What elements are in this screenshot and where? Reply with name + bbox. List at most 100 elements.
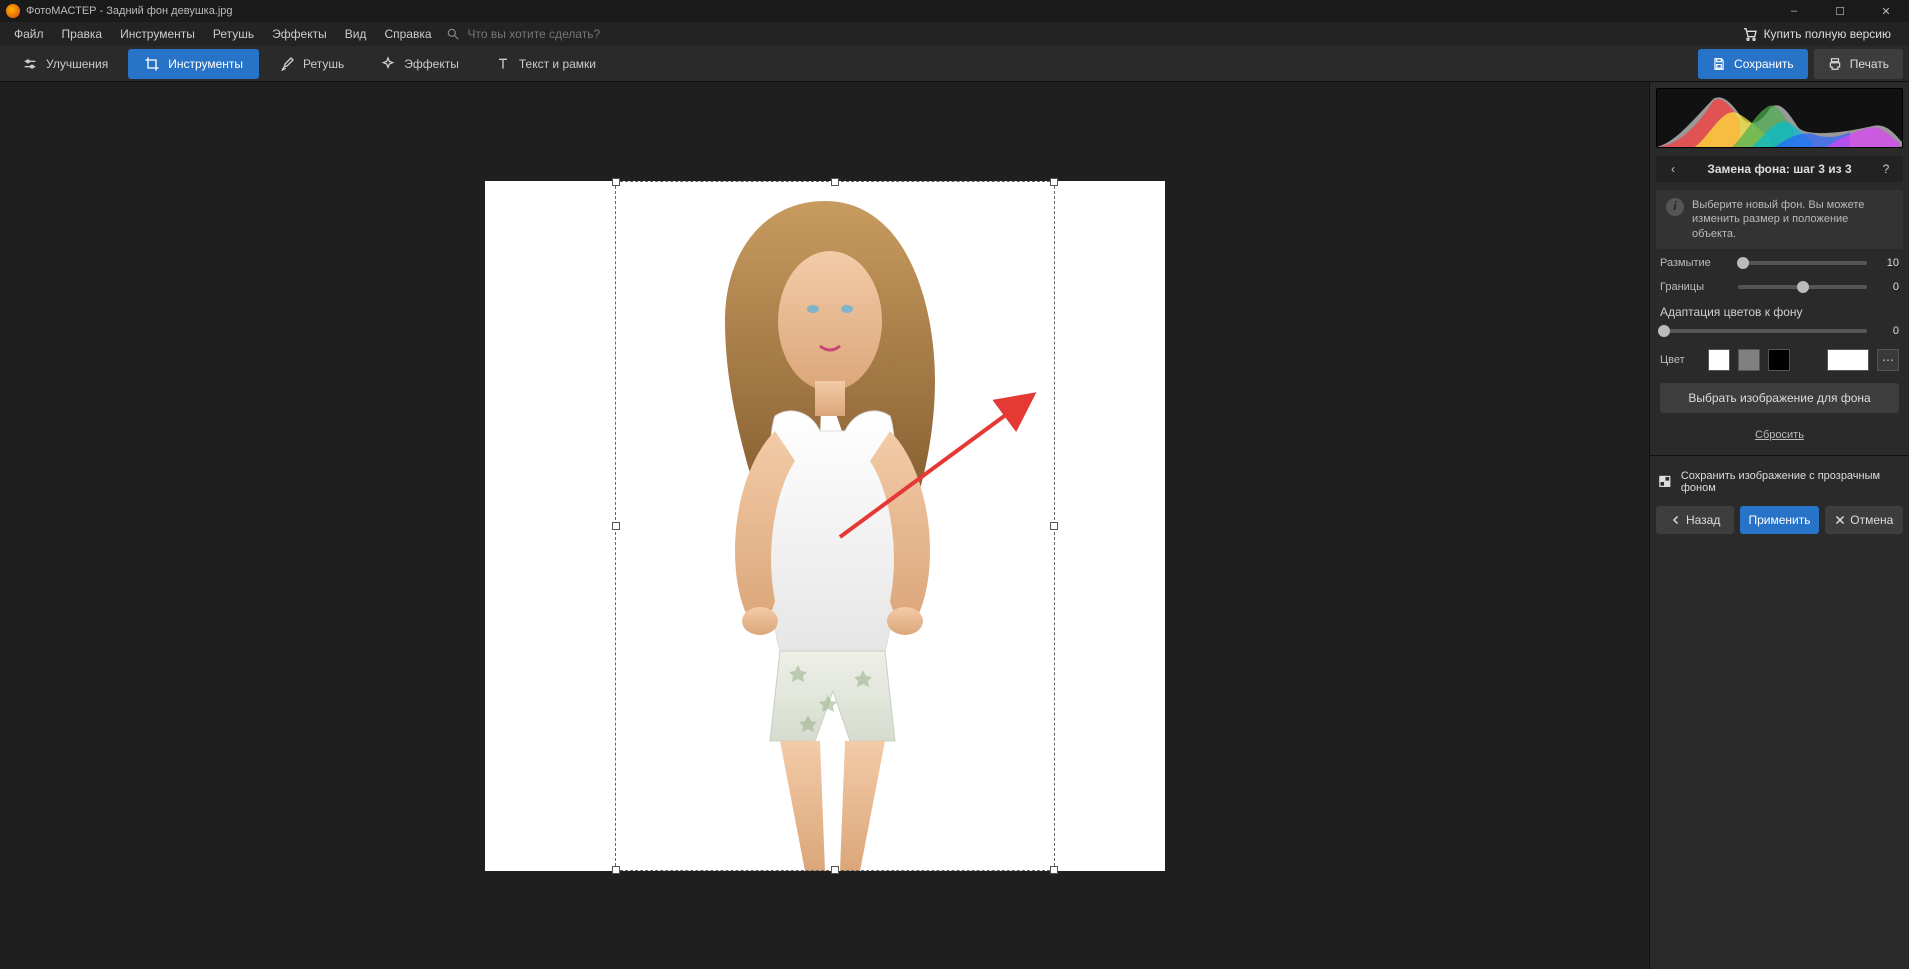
slider-edges: Границы 0 [1660, 281, 1899, 293]
chevron-left-icon [1670, 514, 1682, 526]
close-icon [1834, 514, 1846, 526]
tab-text[interactable]: Текст и рамки [479, 49, 612, 79]
menu-retouch[interactable]: Ретушь [205, 25, 262, 43]
canvas-area[interactable] [0, 82, 1649, 969]
color-row: Цвет ⋯ [1660, 349, 1899, 371]
search-wrap [446, 26, 666, 42]
slider-track[interactable] [1738, 285, 1867, 289]
window-controls: – ☐ ✕ [1771, 0, 1909, 22]
swatch-white[interactable] [1708, 349, 1730, 371]
tab-label: Улучшения [46, 57, 108, 71]
swatch-gray[interactable] [1738, 349, 1760, 371]
right-panel: ‹ Замена фона: шаг 3 из 3 ? i Выберите н… [1649, 82, 1909, 969]
slider-label: Размытие [1660, 257, 1730, 269]
tab-label: Инструменты [168, 57, 243, 71]
tab-improve[interactable]: Улучшения [6, 49, 124, 79]
color-label: Цвет [1660, 354, 1700, 366]
slider-thumb[interactable] [1658, 325, 1670, 337]
toolbar-right: Сохранить Печать [1698, 49, 1903, 79]
info-box: i Выберите новый фон. Вы можете изменить… [1656, 190, 1903, 249]
reset-button[interactable]: Сбросить [1660, 425, 1899, 445]
handle-bottom-center[interactable] [831, 866, 839, 874]
search-input[interactable] [466, 26, 666, 42]
text-icon [495, 56, 511, 72]
handle-top-left[interactable] [612, 178, 620, 186]
maximize-button[interactable]: ☐ [1817, 0, 1863, 22]
back-button[interactable]: Назад [1656, 506, 1734, 534]
save-button[interactable]: Сохранить [1698, 49, 1808, 79]
controls-group: Размытие 10 Границы 0 Адаптация цветов к… [1656, 257, 1903, 445]
tab-effects[interactable]: Эффекты [364, 49, 475, 79]
tab-label: Текст и рамки [519, 57, 596, 71]
panel-header: ‹ Замена фона: шаг 3 из 3 ? [1656, 156, 1903, 182]
close-icon: ✕ [1881, 5, 1890, 18]
save-transparent-label: Сохранить изображение с прозрачным фоном [1681, 470, 1901, 494]
cancel-button[interactable]: Отмена [1825, 506, 1903, 534]
selection-box[interactable] [615, 181, 1055, 871]
separator [1650, 455, 1909, 456]
print-button[interactable]: Печать [1814, 49, 1903, 79]
minimize-button[interactable]: – [1771, 0, 1817, 22]
buy-full-label: Купить полную версию [1764, 27, 1891, 41]
brush-icon [279, 56, 295, 72]
tab-label: Ретушь [303, 57, 344, 71]
back-chevron-icon[interactable]: ‹ [1664, 162, 1682, 176]
slider-value: 10 [1875, 257, 1899, 269]
slider-track[interactable] [1738, 261, 1867, 265]
main-area: ‹ Замена фона: шаг 3 из 3 ? i Выберите н… [0, 82, 1909, 969]
info-icon: i [1666, 198, 1684, 216]
slider-thumb[interactable] [1737, 257, 1749, 269]
help-button[interactable]: ? [1877, 162, 1895, 176]
canvas[interactable] [485, 181, 1165, 871]
color-picker-button[interactable]: ⋯ [1877, 349, 1899, 371]
info-text: Выберите новый фон. Вы можете изменить р… [1692, 198, 1893, 241]
handle-top-center[interactable] [831, 178, 839, 186]
menu-tools[interactable]: Инструменты [112, 25, 203, 43]
sliders-icon [22, 56, 38, 72]
swatch-black[interactable] [1768, 349, 1790, 371]
tab-retouch[interactable]: Ретушь [263, 49, 360, 79]
slider-label: Границы [1660, 281, 1730, 293]
tab-label: Эффекты [404, 57, 459, 71]
window-title: ФотоМАСТЕР - Задний фон девушка.jpg [26, 5, 233, 17]
histogram[interactable] [1656, 88, 1903, 148]
handle-bottom-right[interactable] [1050, 866, 1058, 874]
menu-effects[interactable]: Эффекты [264, 25, 335, 43]
apply-button[interactable]: Применить [1740, 506, 1818, 534]
cancel-label: Отмена [1850, 513, 1893, 527]
menu-file[interactable]: Файл [6, 25, 52, 43]
slider-track[interactable] [1660, 329, 1867, 333]
save-label: Сохранить [1734, 57, 1794, 71]
save-transparent-button[interactable]: Сохранить изображение с прозрачным фоном [1656, 466, 1903, 498]
apply-label: Применить [1748, 513, 1810, 527]
choose-bg-button[interactable]: Выбрать изображение для фона [1660, 383, 1899, 413]
tab-tools[interactable]: Инструменты [128, 49, 259, 79]
maximize-icon: ☐ [1835, 5, 1845, 18]
print-icon [1828, 57, 1842, 71]
handle-bottom-left[interactable] [612, 866, 620, 874]
cart-icon [1742, 26, 1758, 42]
menu-bar: Файл Правка Инструменты Ретушь Эффекты В… [0, 22, 1909, 46]
title-bar: ФотоМАСТЕР - Задний фон девушка.jpg – ☐ … [0, 0, 1909, 22]
panel-title: Замена фона: шаг 3 из 3 [1682, 162, 1877, 176]
crop-icon [144, 56, 160, 72]
transparency-icon [1658, 474, 1673, 490]
buy-full-button[interactable]: Купить полную версию [1730, 26, 1903, 42]
slider-thumb[interactable] [1797, 281, 1809, 293]
app-icon [6, 4, 20, 18]
handle-middle-left[interactable] [612, 522, 620, 530]
handle-middle-right[interactable] [1050, 522, 1058, 530]
slider-adapt: Адаптация цветов к фону 0 [1660, 305, 1899, 337]
back-label: Назад [1686, 513, 1720, 527]
sparkle-icon [380, 56, 396, 72]
search-icon [446, 27, 460, 41]
current-color-swatch[interactable] [1827, 349, 1869, 371]
menu-edit[interactable]: Правка [54, 25, 111, 43]
menu-help[interactable]: Справка [376, 25, 439, 43]
close-button[interactable]: ✕ [1863, 0, 1909, 22]
minimize-icon: – [1791, 5, 1797, 17]
menu-view[interactable]: Вид [337, 25, 375, 43]
slider-value: 0 [1875, 325, 1899, 337]
handle-top-right[interactable] [1050, 178, 1058, 186]
save-icon [1712, 57, 1726, 71]
